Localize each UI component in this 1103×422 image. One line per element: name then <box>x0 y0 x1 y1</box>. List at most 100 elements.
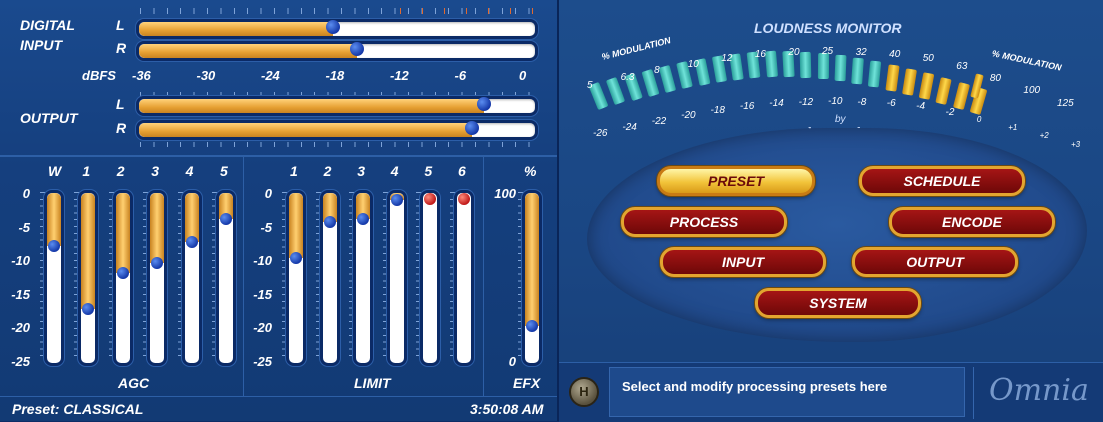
modulation-tick-label: 40 <box>889 49 901 61</box>
db-tick-label: -2 <box>945 107 955 119</box>
agc-peak <box>151 256 164 269</box>
agc-column-label: 4 <box>185 163 194 179</box>
limit-meter-1 <box>286 190 306 366</box>
modulation-tick-label: 125 <box>1057 97 1074 109</box>
limit-meter-6 <box>454 190 474 366</box>
modulation-tick-label: 80 <box>989 72 1001 84</box>
meters-divider <box>0 155 557 157</box>
loudness-segment <box>918 72 935 101</box>
limit-peak <box>323 215 336 228</box>
dbfs-tick-label: -12 <box>390 68 409 83</box>
limit-column-label: 4 <box>390 163 399 179</box>
input-button[interactable]: INPUT <box>660 247 826 277</box>
agc-column-label: 3 <box>151 163 159 179</box>
loudness-segment <box>868 60 882 88</box>
limit-column-label: 6 <box>458 163 466 179</box>
help-bar: H Select and modify processing presets h… <box>559 362 1103 422</box>
input-hot-ticks <box>400 8 536 14</box>
loudness-segment <box>851 57 864 85</box>
output-title: OUTPUT <box>20 110 78 126</box>
loudness-segment <box>658 64 677 93</box>
input-right-peak <box>349 42 364 56</box>
dbfs-tick-label: -36 <box>132 68 151 83</box>
db-tick-label: +3 <box>1071 140 1081 149</box>
input-left-fill <box>139 22 334 36</box>
agc-meter-4 <box>181 190 202 366</box>
limit-column-label: 3 <box>357 163 365 179</box>
input-left-meter <box>136 19 538 39</box>
clock: 3:50:08 AM <box>470 401 544 417</box>
limit-peak <box>458 193 470 205</box>
agc-peak <box>116 266 129 279</box>
agc-peak <box>82 302 95 315</box>
limit-scale-label: -5 <box>260 219 272 235</box>
output-bottom-ticks <box>140 142 536 147</box>
loudness-segment <box>817 53 829 80</box>
db-tick-label: -12 <box>798 96 814 108</box>
help-button[interactable]: H <box>569 377 599 407</box>
limit-peak <box>390 193 403 206</box>
limit-scale-label: -15 <box>253 286 272 302</box>
agc-fill <box>47 193 61 246</box>
loudness-segment <box>799 51 812 78</box>
agc-scale-label: -5 <box>18 219 30 235</box>
loudness-segment <box>935 77 953 105</box>
agc-fill <box>150 193 165 263</box>
modulation-label-right: % MODULATION <box>991 48 1063 73</box>
help-message-box: Select and modify processing presets her… <box>609 367 965 417</box>
output-right-meter <box>136 120 538 140</box>
output-left-peak <box>476 97 491 111</box>
encode-button[interactable]: ENCODE <box>889 207 1055 237</box>
db-tick-label: -6 <box>886 98 896 110</box>
db-tick-label: -22 <box>651 115 667 127</box>
db-tick-label: -14 <box>769 98 784 110</box>
efx-meter <box>522 190 542 366</box>
limit-peak <box>357 212 370 225</box>
input-left-label: L <box>116 17 125 33</box>
loudness-segment <box>901 68 917 96</box>
limit-fill <box>289 193 303 258</box>
loudness-segment <box>952 82 970 110</box>
byline-by: by <box>835 114 846 125</box>
output-right-peak <box>464 121 479 135</box>
output-left-fill <box>139 99 484 113</box>
output-button[interactable]: OUTPUT <box>852 247 1018 277</box>
digital-input-title-2: INPUT <box>20 37 62 53</box>
efx-fill <box>525 193 539 326</box>
limit-column-label: 1 <box>290 163 298 179</box>
modulation-tick-label: 5 <box>587 80 593 91</box>
db-tick-label: -16 <box>739 101 755 113</box>
db-tick-label: -24 <box>622 121 637 133</box>
input-right-label: R <box>116 40 127 56</box>
process-button[interactable]: PROCESS <box>621 207 787 237</box>
agc-peak <box>220 212 232 225</box>
db-tick-label: -10 <box>828 96 843 107</box>
db-tick-label: +1 <box>1008 122 1018 132</box>
modulation-tick-label: 100 <box>1023 84 1041 96</box>
agc-fill <box>81 193 96 309</box>
loudness-and-menu-panel: LOUDNESS MONITOR % MODULATION % MODULATI… <box>557 0 1103 422</box>
efx-scale-top: 100 <box>494 186 516 201</box>
system-button[interactable]: SYSTEM <box>755 288 921 318</box>
agc-meter-2 <box>112 190 133 366</box>
loudness-segment <box>885 64 900 92</box>
agc-meter-3 <box>147 190 168 366</box>
output-right-label: R <box>116 120 127 136</box>
schedule-button[interactable]: SCHEDULE <box>859 166 1025 196</box>
limit-meter-5 <box>420 190 441 366</box>
db-tick-label: -26 <box>593 128 608 139</box>
limit-peak <box>424 193 437 205</box>
efx-title: EFX <box>513 375 541 391</box>
digital-input-title-1: DIGITAL <box>20 17 75 33</box>
limit-meter-2 <box>319 190 340 366</box>
limit-title: LIMIT <box>354 375 391 391</box>
loudness-segment <box>764 50 778 78</box>
preset-button[interactable]: PRESET <box>657 166 815 196</box>
limit-meter-3 <box>353 190 374 366</box>
limit-scale-label: 0 <box>264 186 272 201</box>
modulation-tick-label: 20 <box>788 46 800 58</box>
dbfs-tick-label: -24 <box>261 68 280 83</box>
dbfs-tick-label: -18 <box>325 68 345 83</box>
agc-column-label: 5 <box>220 163 228 179</box>
limit-scale-label: -10 <box>253 253 272 269</box>
